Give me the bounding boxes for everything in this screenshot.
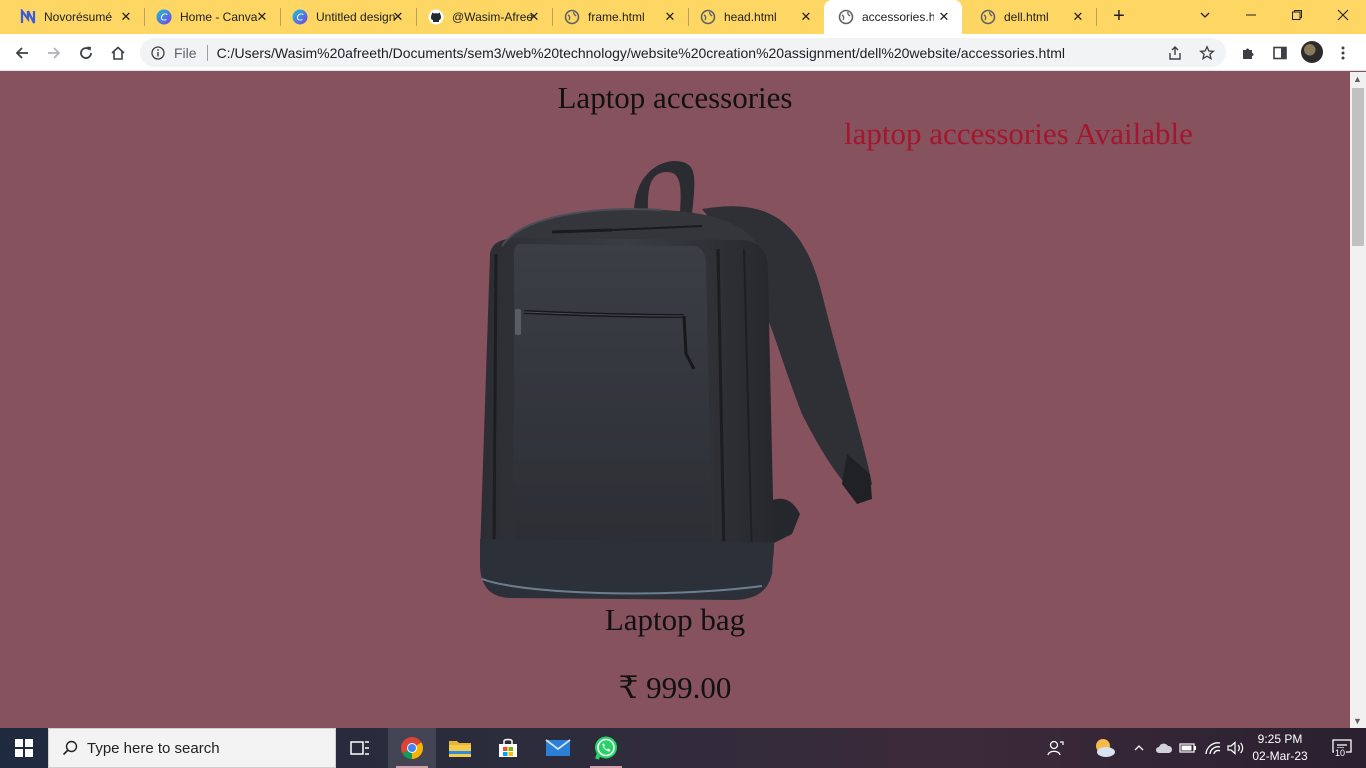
page-content: Laptop accessories laptop accessories Av… — [0, 72, 1350, 728]
tab-canva-untitled[interactable]: C Untitled design ✕ — [272, 0, 416, 34]
page-heading: Laptop accessories — [557, 80, 793, 115]
address-bar[interactable]: File C:/Users/Wasim%20afreeth/Documents/… — [140, 38, 1226, 67]
search-placeholder: Type here to search — [87, 739, 220, 757]
close-icon[interactable]: ✕ — [256, 10, 268, 23]
availability-text: laptop accessories Available — [844, 116, 1193, 151]
close-icon[interactable]: ✕ — [528, 10, 540, 23]
restore-icon[interactable] — [1274, 0, 1320, 30]
product-name: Laptop bag — [604, 602, 746, 637]
page-scrollbar[interactable]: ▲ ▼ — [1350, 72, 1366, 728]
info-icon[interactable] — [150, 45, 166, 61]
weather-icon[interactable] — [1090, 728, 1118, 768]
tab-frame-html[interactable]: frame.html ✕ — [544, 0, 688, 34]
search-icon — [61, 739, 79, 757]
tab-novoresume[interactable]: Novorésumé ✕ — [0, 0, 144, 34]
onedrive-cloud-icon[interactable] — [1154, 728, 1174, 768]
minimize-icon[interactable] — [1228, 0, 1274, 30]
tab-accessories-html[interactable]: accessories.html ✕ — [824, 0, 962, 34]
url-text[interactable]: C:/Users/Wasim%20afreeth/Documents/sem3/… — [217, 45, 1147, 61]
reload-icon[interactable] — [73, 40, 99, 66]
tab-title: Novorésumé — [44, 10, 113, 24]
mail-icon[interactable] — [534, 728, 582, 768]
scheme-label: File — [174, 44, 197, 61]
tab-title: accessories.html — [862, 10, 934, 24]
forward-arrow-icon[interactable] — [41, 40, 67, 66]
back-arrow-icon[interactable] — [9, 40, 35, 66]
tab-search-chevron-icon[interactable] — [1182, 0, 1228, 30]
close-icon[interactable]: ✕ — [392, 10, 404, 23]
close-icon[interactable]: ✕ — [800, 10, 812, 23]
share-icon[interactable] — [1166, 44, 1184, 62]
product-price: ₹ 999.00 — [618, 670, 732, 705]
tab-title: frame.html — [588, 10, 645, 24]
battery-icon[interactable] — [1178, 728, 1198, 768]
chrome-icon[interactable] — [388, 728, 436, 768]
globe-icon — [564, 9, 580, 25]
microsoft-store-icon[interactable] — [484, 728, 532, 768]
scroll-thumb[interactable] — [1352, 88, 1364, 246]
windows-start-icon[interactable] — [0, 728, 48, 768]
tab-head-html[interactable]: head.html ✕ — [680, 0, 824, 34]
globe-icon — [980, 9, 996, 25]
canva-icon: C — [156, 9, 172, 25]
tab-github[interactable]: @Wasim-Afreeth ✕ — [408, 0, 552, 34]
speaker-volume-icon[interactable] — [1226, 728, 1246, 768]
tab-title: @Wasim-Afreeth — [452, 10, 534, 24]
tab-canva-home[interactable]: C Home - Canva ✕ — [136, 0, 280, 34]
window-close-icon[interactable] — [1320, 0, 1366, 30]
task-view-icon[interactable] — [336, 728, 384, 768]
taskbar-search-box[interactable]: Type here to search — [48, 728, 336, 768]
bookmark-star-icon[interactable] — [1198, 44, 1216, 62]
windows-taskbar: Type here to search 9:25 PM 02-Mar-23 10 — [0, 728, 1366, 768]
clock-date: 02-Mar-23 — [1252, 749, 1308, 763]
github-icon — [428, 9, 444, 25]
svg-text:C: C — [161, 13, 168, 24]
browser-tab-strip: Novorésumé ✕ C Home - Canva ✕ C Untitled… — [0, 0, 1366, 34]
globe-icon — [838, 9, 854, 25]
globe-icon — [700, 9, 716, 25]
clock-time: 9:25 PM — [1257, 732, 1303, 746]
file-explorer-icon[interactable] — [436, 728, 484, 768]
tab-title: head.html — [724, 10, 777, 24]
tray-chevron-up-icon[interactable] — [1130, 728, 1148, 768]
extensions-puzzle-icon[interactable] — [1235, 40, 1261, 66]
taskbar-clock[interactable]: 9:25 PM 02-Mar-23 — [1244, 731, 1316, 765]
omnibox-divider — [206, 44, 208, 61]
side-panel-icon[interactable] — [1267, 40, 1293, 66]
wifi-icon[interactable] — [1202, 728, 1224, 768]
browser-toolbar: File C:/Users/Wasim%20afreeth/Documents/… — [0, 34, 1366, 71]
tab-title: Untitled design — [316, 10, 396, 24]
scroll-down-arrow-icon[interactable]: ▼ — [1353, 716, 1362, 726]
profile-avatar[interactable] — [1301, 41, 1323, 63]
tab-dell-html[interactable]: dell.html ✕ — [960, 0, 1096, 34]
novoresume-icon — [20, 9, 36, 25]
home-icon[interactable] — [105, 40, 131, 66]
close-icon[interactable]: ✕ — [664, 10, 676, 23]
new-tab-button[interactable]: + — [1108, 6, 1130, 28]
more-menu-icon[interactable] — [1330, 40, 1356, 66]
scroll-up-arrow-icon[interactable]: ▲ — [1353, 74, 1362, 84]
tab-separator — [1096, 8, 1097, 26]
close-icon[interactable]: ✕ — [938, 10, 950, 23]
laptop-backpack-image — [462, 154, 882, 604]
canva-icon: C — [292, 9, 308, 25]
close-icon[interactable]: ✕ — [1072, 10, 1084, 23]
close-icon[interactable]: ✕ — [120, 10, 132, 23]
svg-text:C: C — [297, 13, 304, 24]
tab-title: Home - Canva — [180, 10, 258, 24]
people-icon[interactable] — [1044, 728, 1068, 768]
notification-count-badge: 10 — [1334, 748, 1347, 758]
whatsapp-icon[interactable] — [582, 728, 630, 768]
